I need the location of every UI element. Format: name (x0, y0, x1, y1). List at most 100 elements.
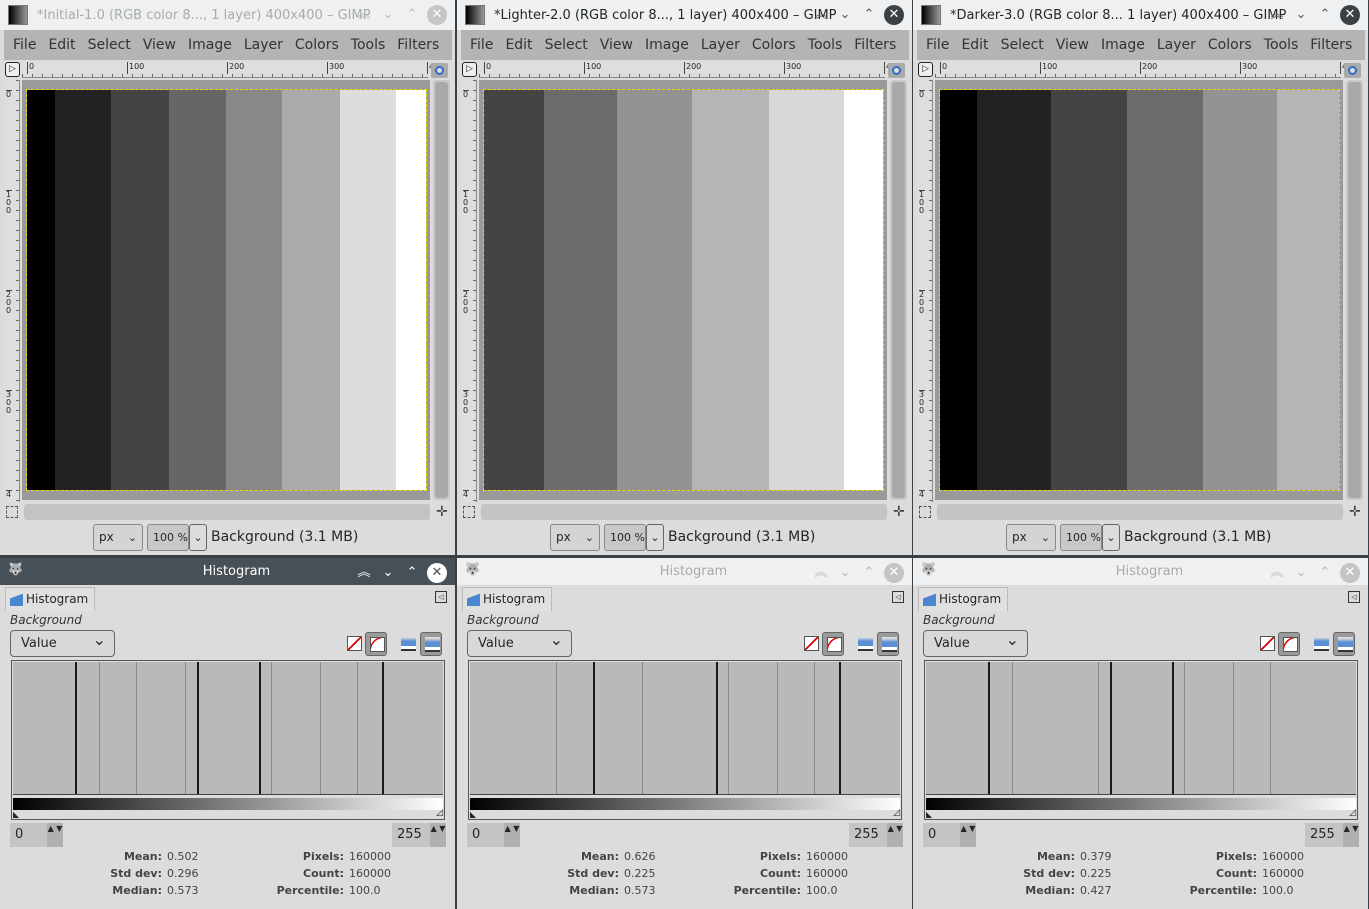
navigate-icon[interactable] (888, 63, 905, 78)
zoom-field[interactable]: 100 % (147, 524, 189, 551)
menu-edit[interactable]: Edit (505, 37, 532, 53)
menu-n[interactable]: N (1364, 37, 1365, 53)
tab-menu-icon[interactable]: ◁ (1348, 591, 1360, 603)
quick-mask-icon[interactable] (919, 506, 931, 518)
canvas[interactable] (22, 80, 430, 500)
tab-histogram[interactable]: Histogram (462, 587, 552, 611)
spin-arrows-icon[interactable]: ▲ ▼ (430, 823, 446, 847)
range-end-handle[interactable]: ◿ (1349, 808, 1356, 818)
menu-tools[interactable]: Tools (351, 37, 386, 53)
channel-select[interactable]: Value (923, 627, 1028, 657)
linear-histogram-icon[interactable] (1256, 632, 1278, 656)
menu-n[interactable]: N (451, 37, 452, 53)
canvas[interactable] (935, 80, 1343, 500)
tab-histogram[interactable]: Histogram (5, 587, 95, 611)
keep-above-icon[interactable]: ︽ (812, 563, 830, 583)
close-icon[interactable]: ✕ (884, 563, 904, 583)
menu-select[interactable]: Select (545, 37, 588, 53)
menu-filters[interactable]: Filters (397, 37, 439, 53)
range-max-spinner[interactable]: 255 ▲ ▼ (849, 823, 903, 847)
vertical-scrollbar[interactable] (1346, 80, 1363, 500)
menu-select[interactable]: Select (1001, 37, 1044, 53)
range-max-spinner[interactable]: 255 ▲ ▼ (392, 823, 446, 847)
menu-layer[interactable]: Layer (244, 37, 283, 53)
menu-colors[interactable]: Colors (1208, 37, 1252, 53)
range-end-handle[interactable]: ◿ (893, 808, 900, 818)
minimize-icon[interactable]: ⌄ (836, 5, 854, 25)
navigate-icon[interactable] (1344, 63, 1361, 78)
range-start-handle[interactable]: ◣ (470, 810, 476, 819)
menu-image[interactable]: Image (1101, 37, 1145, 53)
menu-edit[interactable]: Edit (48, 37, 75, 53)
maximize-icon[interactable]: ⌃ (1316, 5, 1334, 25)
unit-select[interactable]: px ⌄ (550, 524, 600, 551)
menu-file[interactable]: File (470, 37, 493, 53)
menu-layer[interactable]: Layer (1157, 37, 1196, 53)
linear-rgb-icon[interactable] (854, 632, 876, 656)
range-min-spinner[interactable]: 0 ▲ ▼ (923, 823, 976, 847)
menu-image[interactable]: Image (188, 37, 232, 53)
horizontal-scrollbar[interactable] (481, 504, 887, 520)
keep-above-icon[interactable]: ︽ (812, 5, 830, 25)
spin-arrows-icon[interactable]: ▲ ▼ (47, 823, 63, 847)
menu-filters[interactable]: Filters (854, 37, 896, 53)
image-content[interactable] (483, 89, 884, 491)
spin-arrows-icon[interactable]: ▲ ▼ (887, 823, 903, 847)
linear-histogram-icon[interactable] (343, 632, 365, 656)
maximize-icon[interactable]: ⌃ (403, 5, 421, 25)
range-min-spinner[interactable]: 0 ▲ ▼ (467, 823, 520, 847)
tab-histogram[interactable]: Histogram (918, 587, 1008, 611)
quick-mask-toggle[interactable]: ▷ (918, 62, 933, 77)
minimize-icon[interactable]: ⌄ (836, 563, 854, 583)
menu-file[interactable]: File (926, 37, 949, 53)
navigate-cross-icon[interactable]: ✛ (436, 504, 448, 520)
range-end-handle[interactable]: ◿ (436, 808, 443, 818)
histogram-view[interactable]: ◣ ◿ (468, 660, 902, 820)
menu-view[interactable]: View (1056, 37, 1089, 53)
minimize-icon[interactable]: ⌄ (379, 5, 397, 25)
navigate-cross-icon[interactable]: ✛ (893, 504, 905, 520)
zoom-dropdown-chevron-icon[interactable]: ⌄ (189, 524, 207, 551)
maximize-icon[interactable]: ⌃ (860, 563, 878, 583)
quick-mask-icon[interactable] (463, 506, 475, 518)
menu-colors[interactable]: Colors (752, 37, 796, 53)
histogram-view[interactable]: ◣ ◿ (924, 660, 1358, 820)
channel-select[interactable]: Value (10, 627, 115, 657)
range-start-handle[interactable]: ◣ (926, 810, 932, 819)
quick-mask-toggle[interactable]: ▷ (5, 62, 20, 77)
close-icon[interactable]: ✕ (427, 563, 447, 583)
linear-rgb-icon[interactable] (1310, 632, 1332, 656)
menu-filters[interactable]: Filters (1310, 37, 1352, 53)
minimize-icon[interactable]: ⌄ (379, 563, 397, 583)
close-icon[interactable]: ✕ (1340, 5, 1360, 25)
logarithmic-histogram-icon[interactable] (822, 632, 844, 656)
zoom-field[interactable]: 100 % (1060, 524, 1102, 551)
perceptual-rgb-icon[interactable] (420, 632, 442, 656)
menu-n[interactable]: N (908, 37, 909, 53)
unit-select[interactable]: px ⌄ (1006, 524, 1056, 551)
image-content[interactable] (939, 89, 1340, 491)
histogram-view[interactable]: ◣ ◿ (11, 660, 445, 820)
close-icon[interactable]: ✕ (427, 5, 447, 25)
perceptual-rgb-icon[interactable] (877, 632, 899, 656)
maximize-icon[interactable]: ⌃ (860, 5, 878, 25)
keep-above-icon[interactable]: ︽ (1268, 5, 1286, 25)
linear-histogram-icon[interactable] (800, 632, 822, 656)
keep-above-icon[interactable]: ︽ (355, 5, 373, 25)
navigate-icon[interactable] (431, 63, 448, 78)
vertical-scrollbar[interactable] (890, 80, 907, 500)
logarithmic-histogram-icon[interactable] (1278, 632, 1300, 656)
range-start-handle[interactable]: ◣ (13, 810, 19, 819)
menu-file[interactable]: File (13, 37, 36, 53)
range-max-spinner[interactable]: 255 ▲ ▼ (1305, 823, 1359, 847)
menu-view[interactable]: View (600, 37, 633, 53)
menu-edit[interactable]: Edit (961, 37, 988, 53)
image-content[interactable] (26, 89, 427, 491)
canvas[interactable] (479, 80, 887, 500)
minimize-icon[interactable]: ⌄ (1292, 5, 1310, 25)
horizontal-scrollbar[interactable] (24, 504, 430, 520)
range-min-spinner[interactable]: 0 ▲ ▼ (10, 823, 63, 847)
zoom-dropdown-chevron-icon[interactable]: ⌄ (646, 524, 664, 551)
menu-layer[interactable]: Layer (701, 37, 740, 53)
tab-menu-icon[interactable]: ◁ (892, 591, 904, 603)
